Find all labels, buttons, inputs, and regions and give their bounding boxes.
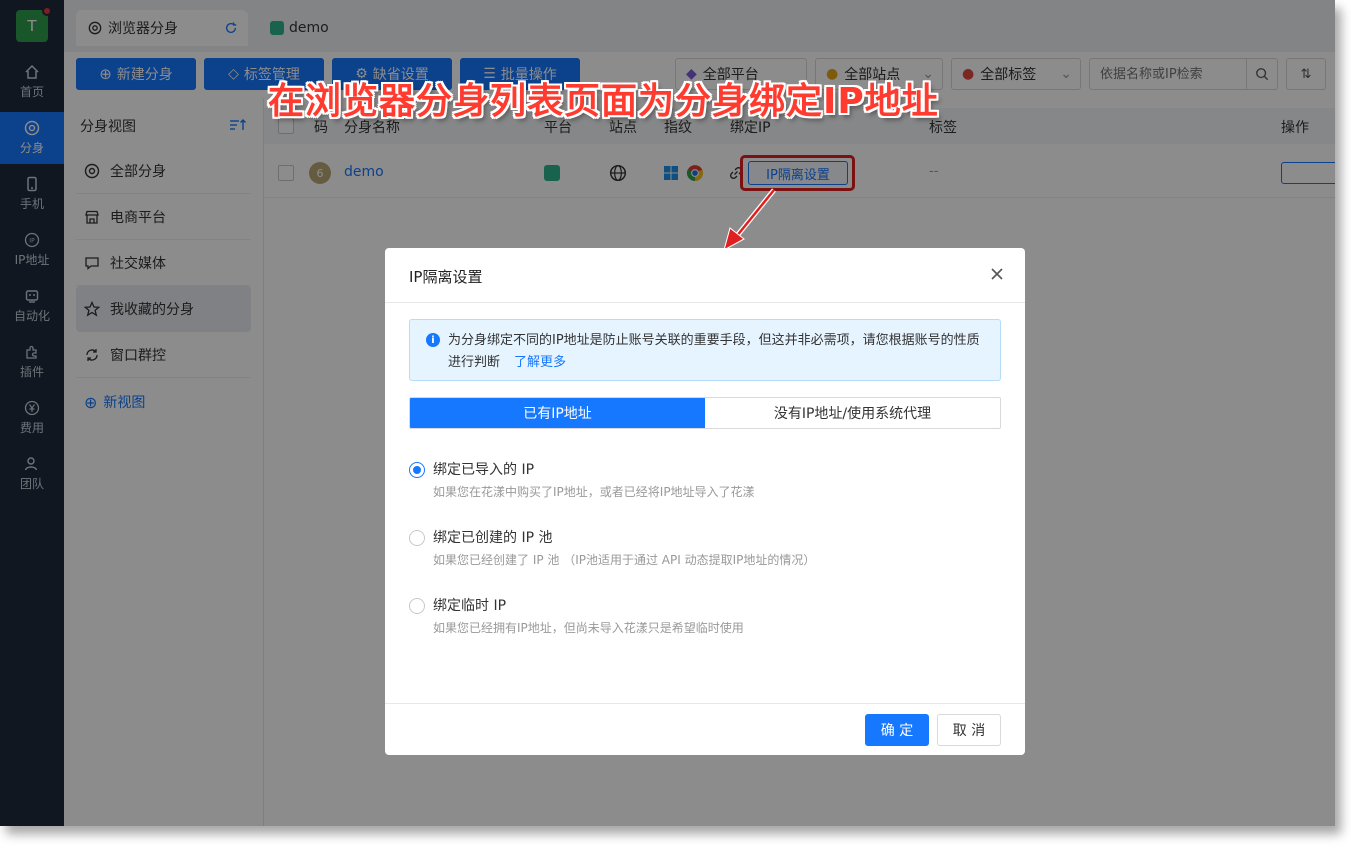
confirm-button[interactable]: 确 定 [865,714,929,746]
tab-no-ip[interactable]: 没有IP地址/使用系统代理 [705,398,1000,428]
alert-text: 为分身绑定不同的IP地址是防止账号关联的重要手段，但这并非必需项，请您根据账号的… [448,330,988,374]
tab-has-ip[interactable]: 已有IP地址 [410,398,705,428]
option-desc: 如果您已经创建了 IP 池 （IP池适用于通过 API 动态提取IP地址的情况） [433,553,816,567]
info-icon: i [426,333,440,347]
cancel-button[interactable]: 取 消 [937,714,1001,746]
option-label: 绑定临时 IP [433,598,507,614]
radio-button[interactable] [409,462,425,478]
dialog-title: IP隔离设置 [409,268,483,286]
divider [385,703,1025,704]
app-window: T 首页 分身 手机 IP IP地址 自动化 插件 费用 团队 浏览器分身 de… [0,0,1335,826]
ip-mode-tabs: 已有IP地址 没有IP地址/使用系统代理 [409,397,1001,429]
learn-more-link[interactable]: 了解更多 [514,355,566,370]
option-label: 绑定已创建的 IP 池 [433,530,553,546]
close-icon[interactable] [989,266,1005,282]
radio-button[interactable] [409,530,425,546]
divider [385,302,1025,303]
info-alert: i 为分身绑定不同的IP地址是防止账号关联的重要手段，但这并非必需项，请您根据账… [409,319,1001,381]
option-desc: 如果您在花漾中购买了IP地址，或者已经将IP地址导入了花漾 [433,485,755,499]
radio-button[interactable] [409,598,425,614]
option-desc: 如果您已经拥有IP地址，但尚未导入花漾只是希望临时使用 [433,621,744,635]
ip-isolation-dialog: IP隔离设置 i 为分身绑定不同的IP地址是防止账号关联的重要手段，但这并非必需… [385,248,1025,755]
option-label: 绑定已导入的 IP [433,462,535,478]
